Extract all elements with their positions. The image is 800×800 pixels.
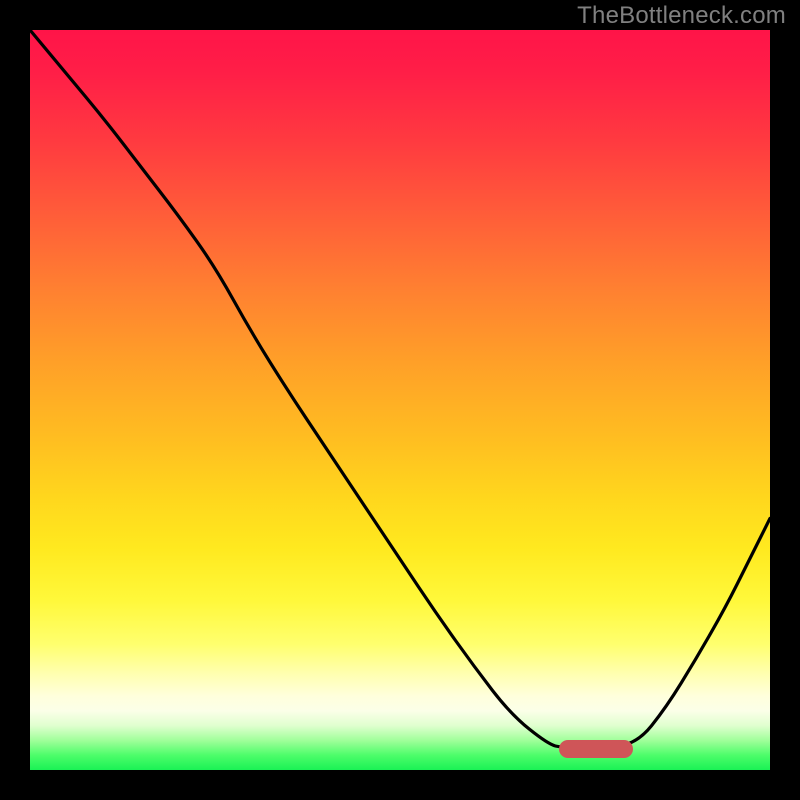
watermark-text: TheBottleneck.com <box>577 2 786 30</box>
chart-frame: TheBottleneck.com <box>0 0 800 800</box>
bottleneck-curve <box>30 30 770 770</box>
plot-area <box>30 30 770 770</box>
optimal-range-marker <box>559 740 633 758</box>
